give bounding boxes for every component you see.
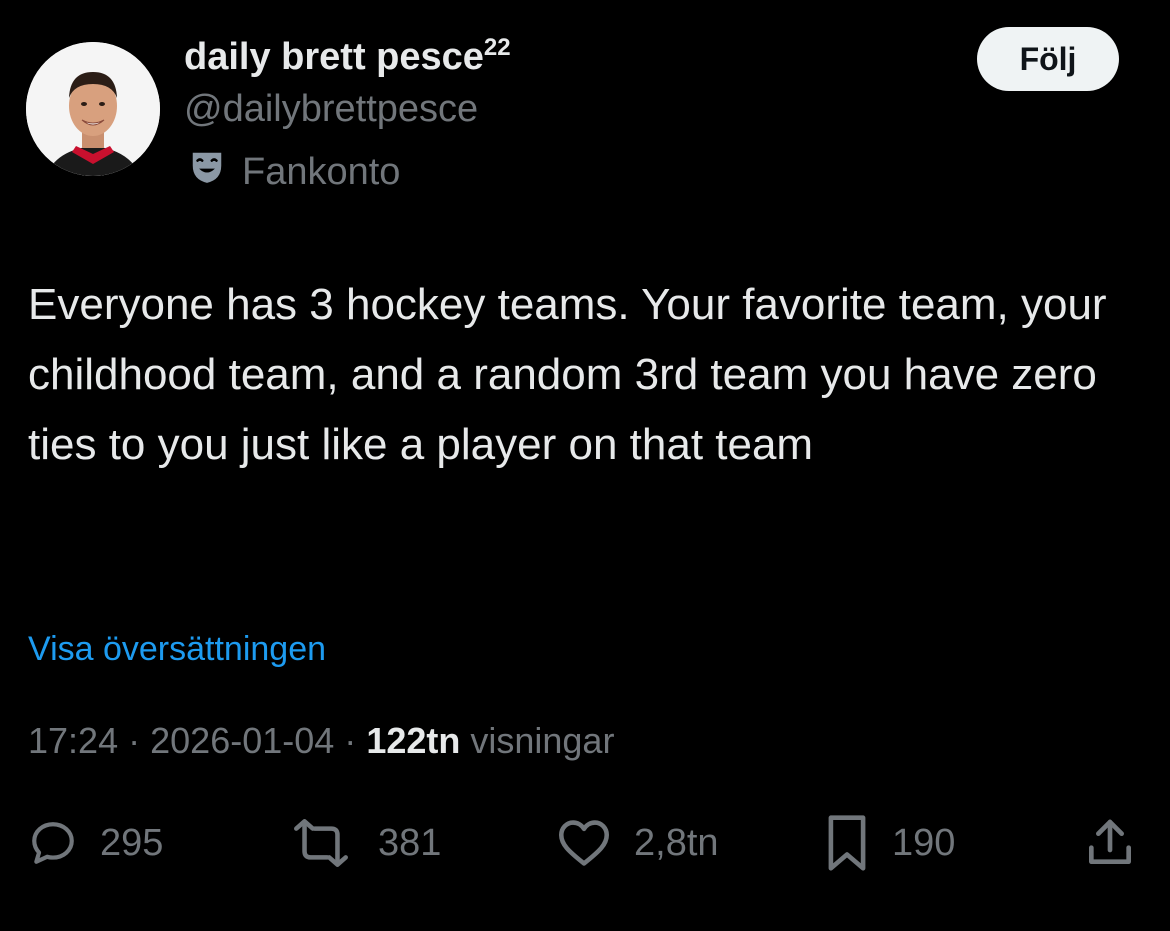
action-bar: 295 381 2,8tn 190 xyxy=(24,808,1144,878)
like-count: 2,8tn xyxy=(634,821,719,864)
meta-separator: · xyxy=(344,720,357,761)
reply-count: 295 xyxy=(100,821,164,864)
reply-button[interactable]: 295 xyxy=(28,808,163,878)
author-handle[interactable]: @dailybrettpesce xyxy=(184,88,478,131)
repost-icon xyxy=(286,818,356,868)
repost-count: 381 xyxy=(378,821,442,864)
tweet-date[interactable]: 2026-01-04 xyxy=(150,720,334,761)
avatar[interactable] xyxy=(26,42,160,176)
follow-button[interactable]: Följ xyxy=(977,27,1119,91)
bookmark-icon xyxy=(824,813,870,873)
bookmark-count: 190 xyxy=(892,821,956,864)
repost-button[interactable]: 381 xyxy=(286,808,441,878)
views-label: visningar xyxy=(470,720,615,761)
reply-icon xyxy=(28,818,78,868)
bookmark-button[interactable]: 190 xyxy=(824,808,955,878)
tweet-meta: 17:24 · 2026-01-04 · 122tn visningar xyxy=(28,720,614,762)
theater-mask-icon xyxy=(188,148,226,196)
author-display-name[interactable]: daily brett pesce22 xyxy=(184,34,511,79)
heart-icon xyxy=(556,818,612,868)
account-label-text: Fankonto xyxy=(242,150,401,193)
account-label: Fankonto xyxy=(188,148,400,196)
share-icon xyxy=(1082,815,1138,871)
show-translation-link[interactable]: Visa översättningen xyxy=(28,630,326,669)
views-count: 122tn xyxy=(366,720,461,761)
display-name-text: daily brett pesce xyxy=(184,36,484,78)
name-badge: 22 xyxy=(483,34,511,61)
meta-separator: · xyxy=(128,720,141,761)
tweet-time[interactable]: 17:24 xyxy=(28,720,118,761)
like-button[interactable]: 2,8tn xyxy=(556,808,719,878)
share-button[interactable] xyxy=(1082,808,1138,878)
tweet-text: Everyone has 3 hockey teams. Your favori… xyxy=(28,280,1107,469)
avatar-image xyxy=(26,42,160,176)
